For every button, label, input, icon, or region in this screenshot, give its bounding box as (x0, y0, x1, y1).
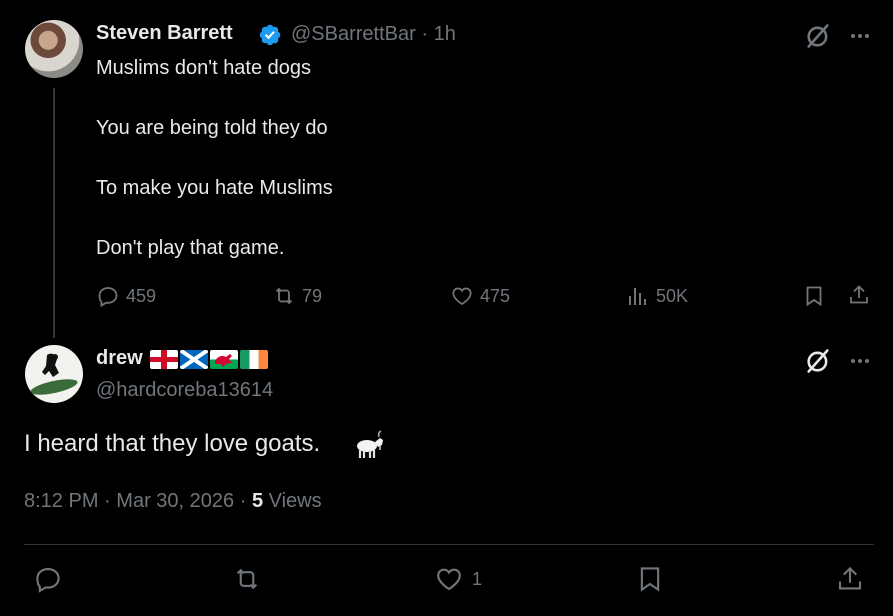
england-flag-icon (150, 350, 178, 369)
reply-button[interactable]: 459 (96, 284, 156, 308)
separator: · (239, 490, 247, 512)
tweet-time[interactable]: 8:12 PM (24, 490, 98, 512)
handle[interactable]: @hardcoreba13614 (96, 379, 273, 402)
analytics-icon (629, 288, 646, 305)
reply-button[interactable] (33, 564, 63, 594)
ireland-flag-icon (240, 350, 268, 369)
views-label: Views (268, 490, 322, 512)
bookmark-icon (640, 567, 660, 592)
repost-button[interactable]: 79 (272, 284, 322, 308)
verified-badge-icon (259, 24, 281, 46)
repost-button[interactable] (232, 564, 262, 594)
divider (24, 544, 874, 545)
separator: · (104, 490, 111, 512)
tweet-text-line: To make you hate Muslims (96, 177, 333, 199)
more-options-icon[interactable] (846, 349, 874, 373)
repost-count: 79 (302, 285, 323, 306)
like-button[interactable]: 1 (434, 564, 482, 594)
like-count: 475 (480, 285, 511, 306)
heart-icon (437, 568, 461, 591)
bookmark-button[interactable] (635, 564, 665, 594)
share-icon[interactable] (847, 283, 871, 307)
share-icon (838, 566, 862, 590)
handle-and-time[interactable]: @SBarrettBar · 1h (291, 23, 456, 46)
display-name[interactable]: drew (96, 347, 143, 370)
time-ago[interactable]: 1h (434, 23, 456, 45)
tweet-text-line: Don't play that game. (96, 237, 285, 259)
separator: · (421, 23, 429, 45)
more-options-icon[interactable] (846, 24, 874, 48)
tweet-text-line: You are being told they do (96, 117, 328, 139)
views-count: 5 (251, 490, 264, 512)
tweet-meta: 8:12 PM · Mar 30, 2026 · 5 Views (24, 490, 322, 513)
avatar[interactable] (25, 20, 83, 78)
share-button[interactable] (835, 564, 865, 594)
grok-icon[interactable] (804, 347, 832, 375)
thread-line (53, 88, 55, 338)
views-count: 50K (656, 285, 689, 306)
like-button[interactable]: 475 (450, 284, 510, 308)
like-count: 1 (472, 568, 483, 589)
tweet-date[interactable]: Mar 30, 2026 (116, 490, 234, 512)
repost-icon (236, 568, 258, 590)
grok-icon[interactable] (804, 22, 832, 50)
display-name[interactable]: Steven Barrett (96, 22, 233, 45)
repost-icon (275, 287, 293, 305)
tweet-text: I heard that they love goats. (24, 430, 321, 457)
reply-count: 459 (126, 285, 157, 306)
views-button[interactable]: 50K (626, 284, 688, 308)
wales-flag-icon (210, 350, 238, 369)
heart-icon (452, 287, 472, 306)
reply-icon (98, 287, 118, 308)
tweet-text-line: Muslims don't hate dogs (96, 57, 312, 79)
reply-icon (36, 567, 60, 593)
flag-emojis (150, 350, 268, 369)
goat-emoji-icon (357, 430, 383, 458)
handle[interactable]: @SBarrettBar (291, 23, 416, 45)
scotland-flag-icon (180, 350, 208, 369)
bookmark-icon[interactable] (802, 284, 826, 308)
avatar[interactable] (25, 345, 83, 403)
